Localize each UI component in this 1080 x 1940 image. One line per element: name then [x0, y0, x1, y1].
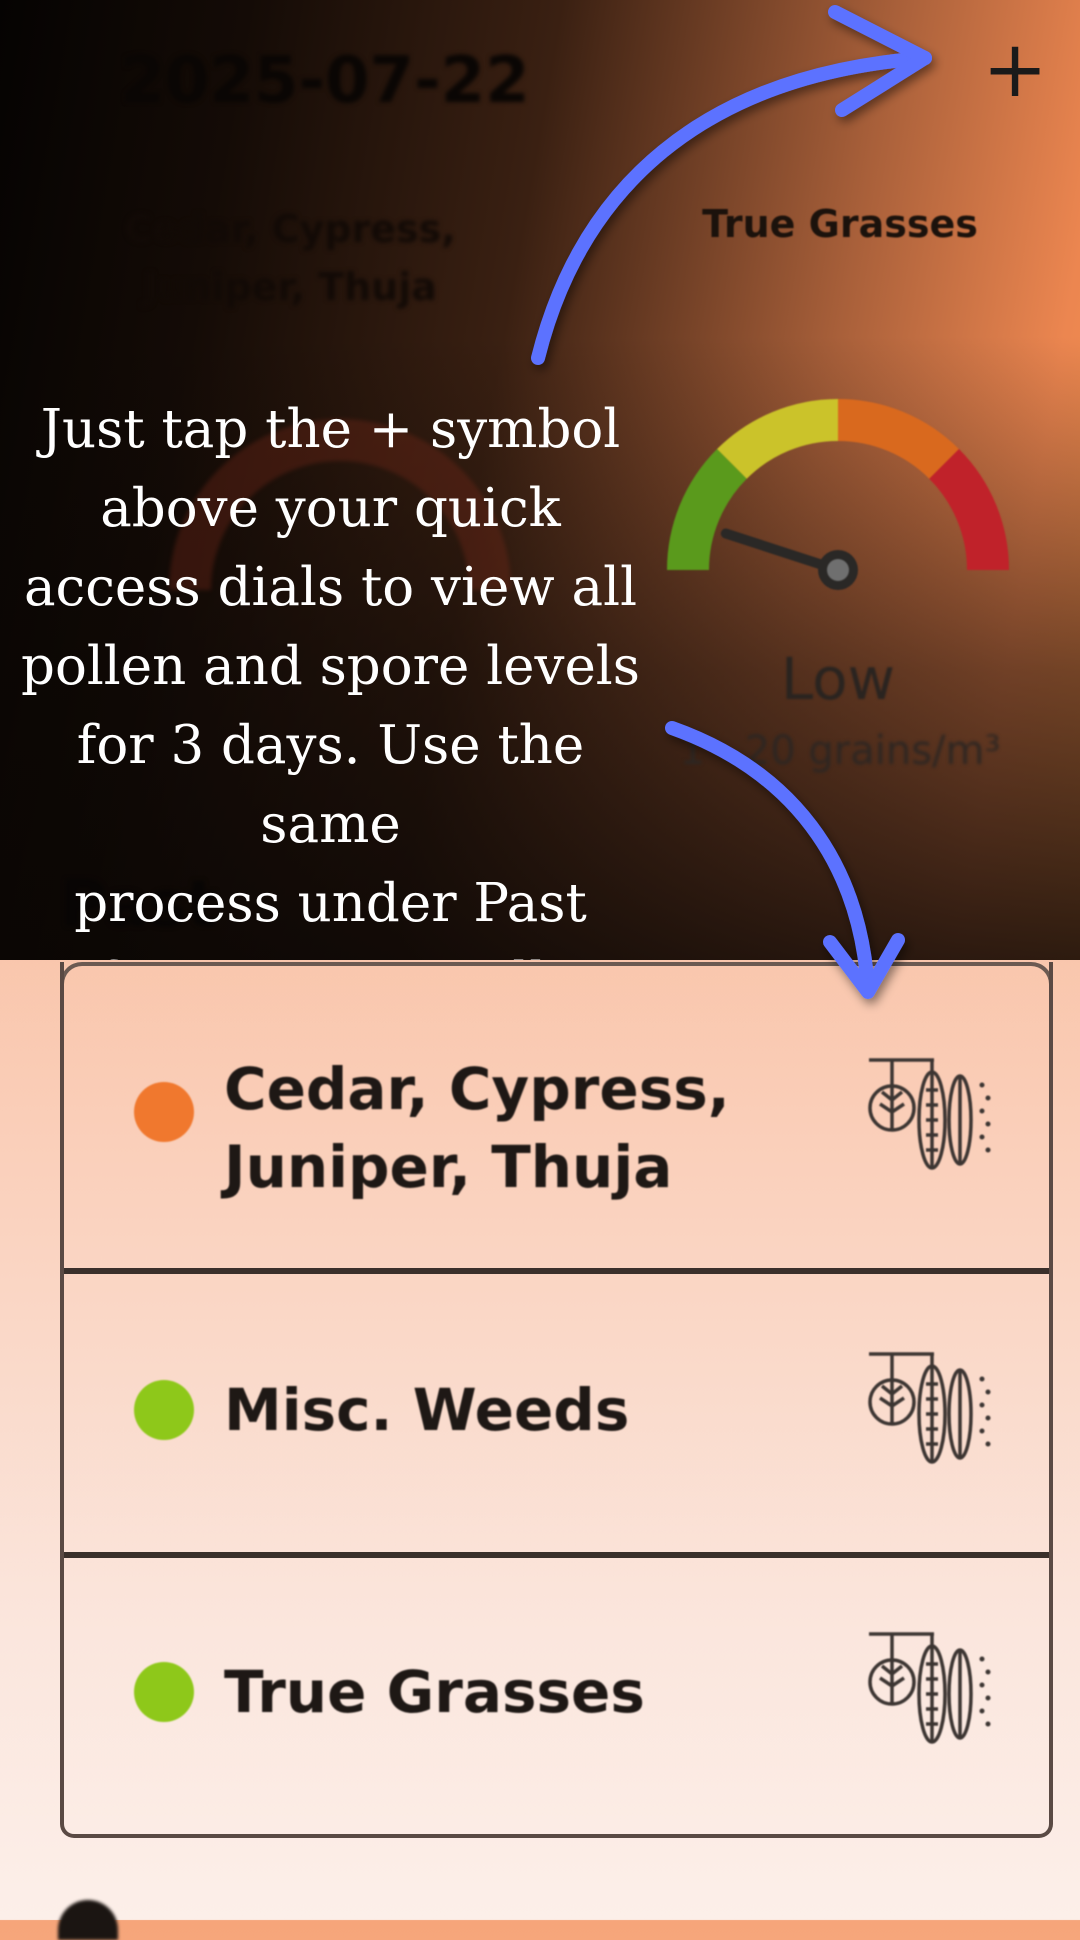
- arrow-to-plus-icon: [531, 51, 932, 365]
- tutorial-arrows: [531, 5, 932, 999]
